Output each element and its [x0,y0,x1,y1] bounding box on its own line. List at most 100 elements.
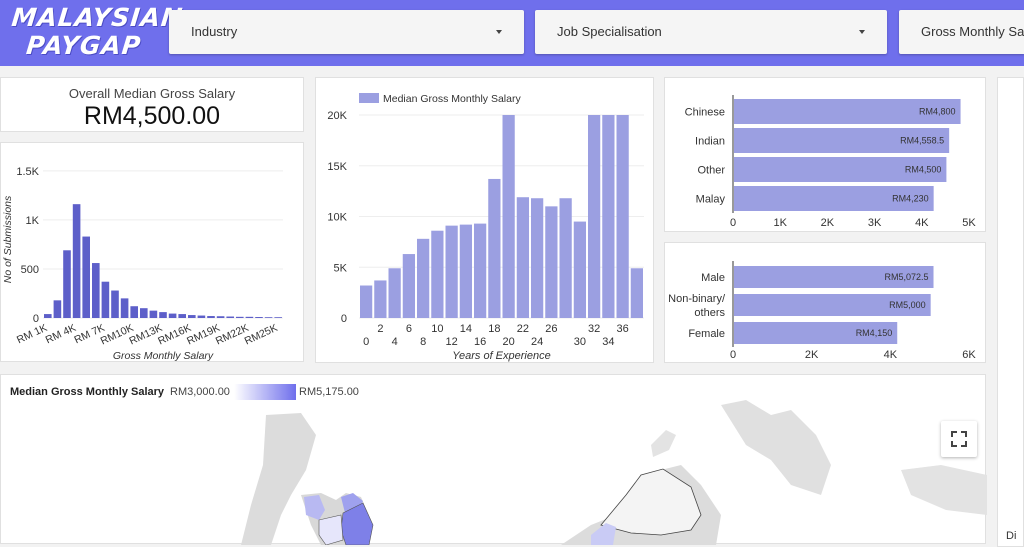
x-tick-label: 14 [460,323,472,335]
logo-line-2: PAYGAP [24,31,143,60]
histogram-bar [149,310,158,318]
y-tick-label: 500 [21,264,39,276]
y-tick-label: 20K [327,110,347,122]
logo: MALAYSIAN PAYGAP [7,3,185,64]
experience-bar [474,223,487,318]
experience-bar [431,230,444,318]
ethnicity-chart-card: 0 1K 2K 3K 4K 5K RM4,800 Chinese RM4,558.5 Indian… [664,77,986,232]
kpi-value: RM4,500.00 [83,102,221,130]
overall-median-kpi: Overall Median Gross Salary RM4,500.00 [0,77,304,132]
histogram-bar [63,250,71,318]
x-tick-label: 2 [377,323,383,335]
data-label: RM4,800 [919,107,956,117]
x-tick-label: 22 [517,323,529,335]
x-tick-label: 1K [773,217,787,229]
histogram-bar [92,263,100,318]
category-label: Malay [696,194,726,206]
x-tick-label: 4 [392,336,398,348]
histogram-bar [236,316,244,318]
data-label: RM5,072.5 [884,272,928,282]
industry-dropdown-label: Industry [191,24,238,39]
fullscreen-icon [951,431,967,447]
histogram-bar [44,314,52,318]
gender-chart-card: 0 2K 4K 6K RM5,072.5 Male RM5,000 Non-binary/ot… [664,242,986,363]
x-tick-label: 2K [805,349,819,361]
y-tick-label: 0 [33,313,39,325]
gross-monthly-salary-dropdown-label: Gross Monthly Sala [921,24,1024,39]
x-tick-label: 6K [962,349,976,361]
x-tick-label: RM 1K [15,322,49,346]
map-land-sumatra [241,413,316,545]
x-tick-label: 0 [730,349,736,361]
x-tick-label: 20 [503,336,515,348]
experience-bar [516,197,529,318]
histogram-bar [226,316,234,318]
histogram-bar [264,317,273,318]
histogram-bar [197,315,206,318]
histogram-bar [274,317,282,318]
x-axis-title: Years of Experience [452,350,550,362]
malaysia-map[interactable] [1,375,987,545]
job-specialisation-dropdown[interactable]: Job Specialisation [535,10,887,54]
logo-line-1: MALAYSIAN [10,3,185,32]
data-label: RM5,000 [889,300,926,310]
experience-bar [388,268,401,318]
data-label: RM4,558.5 [900,136,944,146]
map-land-east [901,465,987,515]
x-tick-label: 30 [574,336,586,348]
experience-bar [488,178,501,318]
experience-bar [531,198,544,318]
experience-bar [559,198,572,318]
experience-bar [588,115,601,318]
category-label: Female [688,328,725,340]
experience-bar [417,238,430,318]
chevron-down-icon [859,30,865,34]
map-state-perak [318,514,344,545]
x-tick-label: RM 4K [44,322,78,346]
experience-bar [360,285,373,318]
x-tick-label: 12 [446,336,458,348]
experience-chart-card: Median Gross Monthly Salary 20K 15K 10K 5K 0 2… [315,77,654,363]
top-bar: MALAYSIAN PAYGAP Industry Job Specialisa… [0,0,1024,66]
x-tick-label: 26 [545,323,557,335]
x-tick-label: 34 [602,336,614,348]
x-tick-label: 2K [821,217,835,229]
experience-bar [630,268,643,318]
y-tick-label: 15K [327,161,347,173]
category-label: Other [697,165,725,177]
experience-bar [402,254,415,318]
y-tick-label: 0 [341,313,347,325]
histogram-bar [140,308,148,318]
x-tick-label: 0 [730,217,736,229]
histogram-bar [178,314,186,318]
industry-dropdown[interactable]: Industry [169,10,524,54]
category-label: Indian [695,136,725,148]
experience-bar [616,115,629,318]
category-label: Chinese [685,107,725,119]
x-tick-label: 0 [363,336,369,348]
gross-monthly-salary-dropdown[interactable]: Gross Monthly Sala [899,10,1024,54]
kpi-label: Overall Median Gross Salary [68,86,236,101]
x-tick-label: 4K [915,217,929,229]
histogram-bar [130,306,138,318]
x-tick-label: 18 [488,323,500,335]
experience-bar [374,280,387,318]
map-legend-max: RM5,175.00 [299,386,359,398]
y-axis-title: No of Submissions [2,195,14,283]
x-tick-label: 36 [617,323,629,335]
fullscreen-button[interactable] [941,421,977,457]
x-tick-label: 4K [884,349,898,361]
experience-chart: Median Gross Monthly Salary20K15K10K5K02… [327,93,644,362]
x-tick-label: 16 [474,336,486,348]
histogram-bar [53,300,62,318]
histogram-bar [159,312,167,318]
x-tick-label: 5K [962,217,976,229]
right-panel: Di [997,77,1024,547]
x-tick-label: RM25K [243,322,280,348]
right-panel-text: Di [1006,530,1017,542]
experience-bar [502,115,515,318]
map-legend-title: Median Gross Monthly Salary [10,386,165,398]
chevron-down-icon [496,30,502,34]
x-tick-label: 3K [868,217,882,229]
histogram-bar [168,313,177,318]
